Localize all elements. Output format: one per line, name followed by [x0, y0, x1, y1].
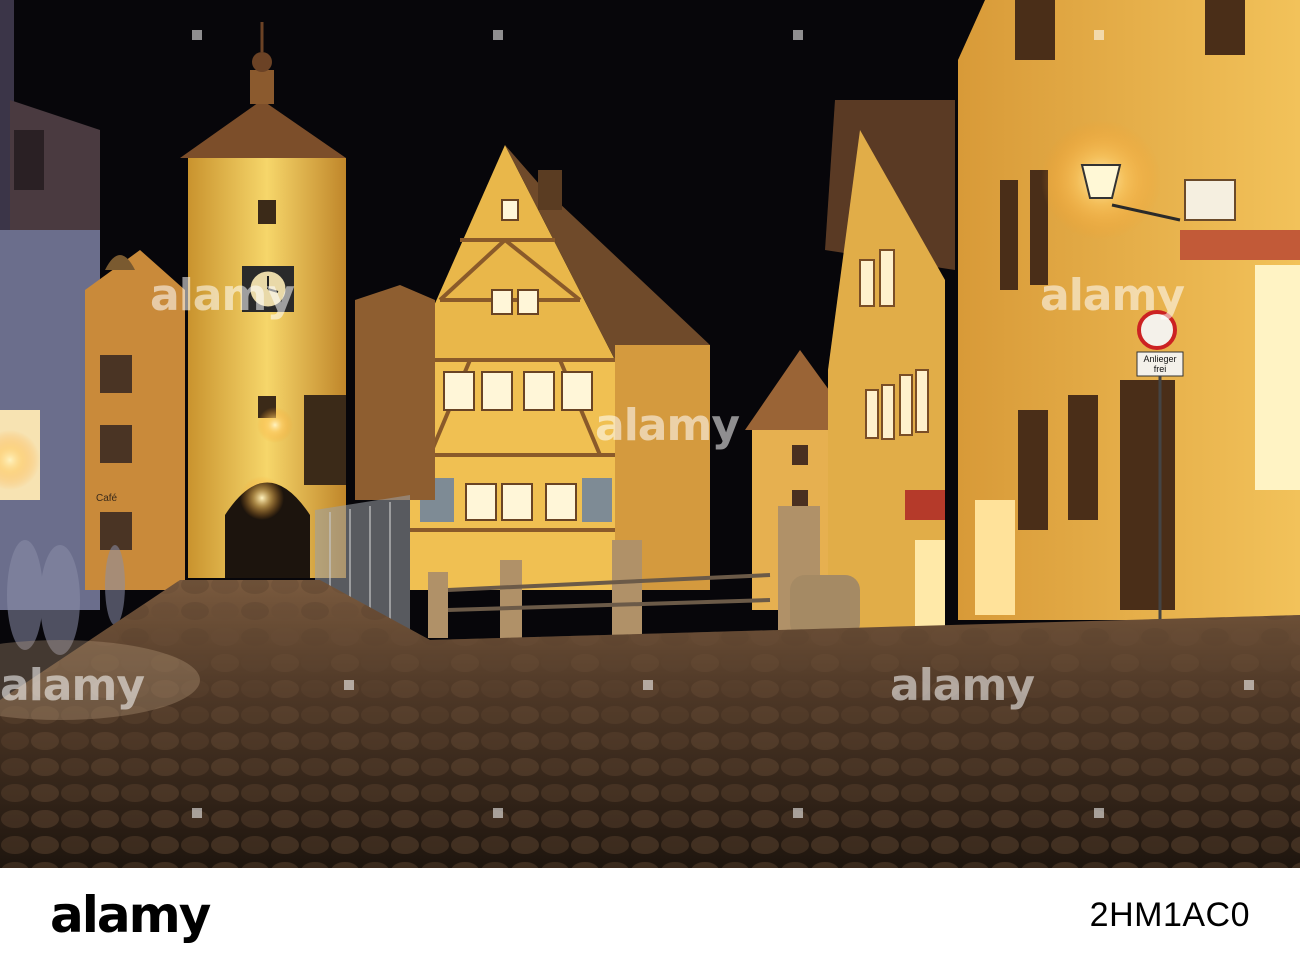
- night-street-photo: Café Anlieger frei alamy alamy alamy ala…: [0, 0, 1300, 868]
- brand-logo: alamy: [50, 886, 211, 944]
- footer-bar: alamy 2HM1AC0: [0, 868, 1300, 956]
- street-sign-line1: Anlieger: [1143, 354, 1177, 364]
- image-id: 2HM1AC0: [1089, 896, 1250, 934]
- wall-sign: [1184, 179, 1236, 221]
- traffic-sign: [1137, 310, 1177, 350]
- street-sign-line2: frei: [1153, 364, 1167, 374]
- background-house: [355, 285, 435, 500]
- cafe-house: [85, 250, 185, 590]
- right-corner-building: [958, 0, 1300, 620]
- street-sign-text: Anlieger frei: [1139, 354, 1181, 374]
- cafe-sign: Café: [96, 493, 118, 504]
- right-gabled-house: [825, 100, 955, 640]
